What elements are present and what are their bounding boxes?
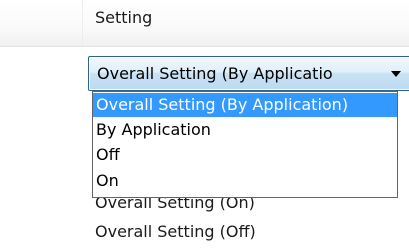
setting-combobox[interactable]: Overall Setting (By Applicatio xyxy=(88,56,409,91)
list-item[interactable]: Overall Setting (Off) xyxy=(95,222,256,242)
dropdown-option-off[interactable]: Off xyxy=(93,143,397,167)
triangle-down-icon[interactable] xyxy=(391,71,401,77)
dropdown-option-by-application[interactable]: By Application xyxy=(93,118,397,142)
setting-column-header[interactable]: Setting xyxy=(95,8,152,28)
combobox-selected-value: Overall Setting (By Applicatio xyxy=(97,64,333,83)
column-divider[interactable] xyxy=(82,0,83,46)
setting-dropdown-list: Overall Setting (By Application) By Appl… xyxy=(92,91,398,198)
dropdown-option-on[interactable]: On xyxy=(93,169,397,193)
column-header-row: Setting xyxy=(0,0,409,47)
dropdown-option-overall-setting-by-application[interactable]: Overall Setting (By Application) xyxy=(93,93,397,117)
